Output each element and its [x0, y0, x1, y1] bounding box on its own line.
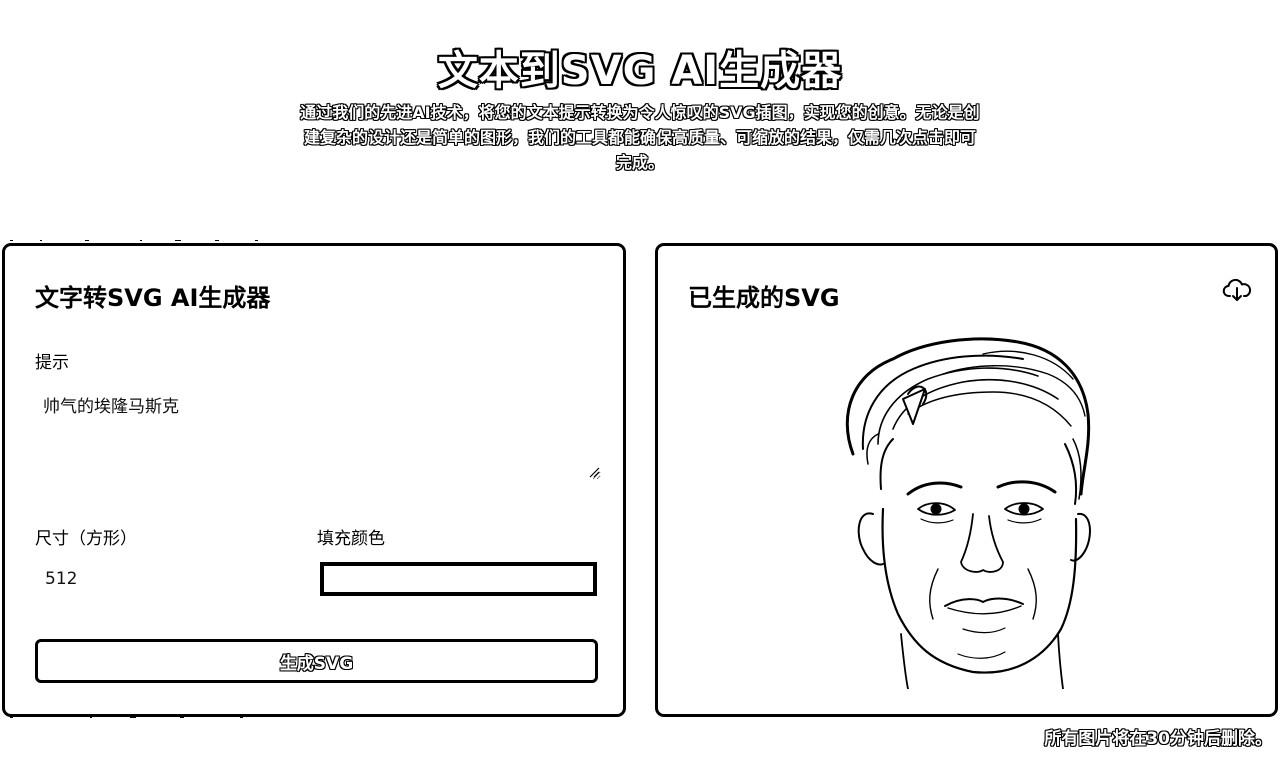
generate-svg-button[interactable]: 生成SVG: [35, 639, 598, 683]
fill-color-label: 填充颜色: [317, 529, 385, 549]
generator-title: 文字转SVG AI生成器: [35, 284, 271, 312]
generate-svg-button-label: 生成SVG: [279, 653, 354, 674]
page-description: 通过我们的先进AI技术，将您的文本提示转换为令人惊叹的SVG插图，实现您的创意。…: [300, 103, 980, 172]
prompt-label: 提示: [35, 353, 69, 373]
deletion-notice: 所有图片将在30分钟后删除。: [1044, 729, 1272, 749]
page: 文本到SVG AI生成器 通过我们的先进AI技术，将您的文本提示转换为令人惊叹的…: [0, 0, 1280, 757]
size-input[interactable]: 512: [45, 569, 77, 589]
generator-card: 文字转SVG AI生成器 提示 帅气的埃隆马斯克 尺寸（方形） 512 填充颜色…: [2, 243, 626, 717]
result-title: 已生成的SVG: [688, 284, 840, 312]
cloud-download-icon[interactable]: [1222, 276, 1252, 306]
size-label: 尺寸（方形）: [35, 529, 137, 549]
generated-portrait-image: [845, 337, 1091, 689]
resize-handle-icon[interactable]: [588, 466, 600, 478]
fill-color-picker[interactable]: [320, 562, 597, 596]
result-card: 已生成的SVG: [655, 243, 1278, 717]
page-title: 文本到SVG AI生成器: [437, 48, 843, 94]
prompt-input[interactable]: 帅气的埃隆马斯克: [35, 384, 601, 480]
